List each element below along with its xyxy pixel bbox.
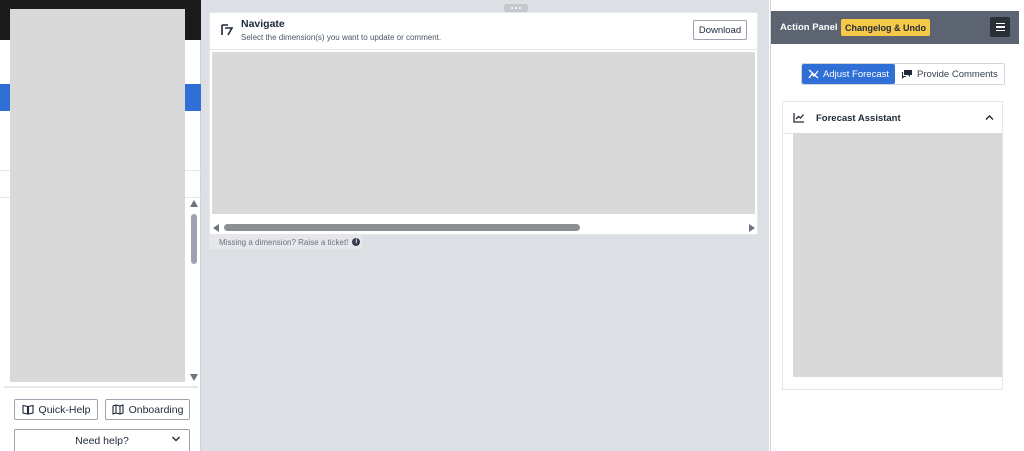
chevron-up-icon[interactable]: [985, 114, 994, 121]
dimension-table-redacted: [212, 52, 755, 214]
tab-provide-comments-label: Provide Comments: [917, 68, 998, 80]
scroll-up-arrow-icon[interactable]: [190, 200, 198, 207]
onboarding-button[interactable]: Onboarding: [105, 399, 190, 420]
sidebar-bottom-separator: [4, 386, 198, 388]
forecast-assistant-card: Forecast Assistant: [782, 101, 1003, 390]
left-sidebar: Quick-Help Onboarding Need help?: [0, 0, 201, 451]
book-open-icon: [21, 404, 34, 415]
comments-icon: [902, 70, 912, 79]
action-panel: Action Panel Changelog & Undo Adjust For…: [770, 0, 1024, 451]
main-content: Navigate Select the dimension(s) you wan…: [201, 0, 769, 451]
navigate-icon: [221, 24, 234, 36]
panel-menu-icon[interactable]: [990, 17, 1010, 37]
scrollbar-thumb[interactable]: [191, 214, 197, 264]
download-button[interactable]: Download: [693, 20, 747, 40]
chart-adjust-icon: [808, 69, 819, 79]
sidebar-scrollbar[interactable]: [188, 198, 200, 384]
need-help-dropdown[interactable]: Need help?: [14, 429, 190, 451]
sidebar-redacted-content: [10, 9, 185, 382]
chart-line-icon: [793, 113, 804, 123]
forecast-assistant-title: Forecast Assistant: [816, 113, 901, 124]
info-icon: i: [352, 238, 361, 246]
map-icon: [112, 404, 124, 415]
action-panel-title: Action Panel: [780, 22, 838, 33]
forecast-assistant-redacted-content: [793, 133, 1002, 377]
need-help-label: Need help?: [75, 434, 129, 447]
action-panel-header: Action Panel Changelog & Undo: [771, 11, 1019, 44]
tab-provide-comments[interactable]: Provide Comments: [895, 64, 1004, 84]
action-tabs: Adjust Forecast Provide Comments: [801, 63, 1005, 85]
changelog-undo-button[interactable]: Changelog & Undo: [841, 19, 930, 36]
scroll-left-arrow-icon[interactable]: [213, 224, 219, 232]
onboarding-label: Onboarding: [128, 403, 184, 416]
scroll-down-arrow-icon[interactable]: [190, 374, 198, 381]
drag-handle[interactable]: [504, 4, 528, 12]
missing-dimension-link[interactable]: Missing a dimension? Raise a ticket! i: [209, 235, 362, 249]
table-horizontal-scrollbar[interactable]: [212, 223, 758, 233]
tab-adjust-forecast[interactable]: Adjust Forecast: [802, 64, 895, 84]
horizontal-scrollbar-thumb[interactable]: [224, 224, 580, 231]
navigate-subtitle: Select the dimension(s) you want to upda…: [241, 33, 442, 42]
tab-adjust-forecast-label: Adjust Forecast: [823, 68, 889, 80]
chevron-down-icon: [172, 436, 180, 442]
navigate-divider: [210, 49, 759, 50]
navigate-card: Navigate Select the dimension(s) you wan…: [209, 12, 759, 235]
quick-help-button[interactable]: Quick-Help: [14, 399, 98, 420]
navigate-title: Navigate: [241, 18, 285, 30]
scroll-right-arrow-icon[interactable]: [749, 224, 755, 232]
missing-dimension-text: Missing a dimension? Raise a ticket!: [219, 237, 349, 247]
quick-help-label: Quick-Help: [38, 403, 91, 416]
